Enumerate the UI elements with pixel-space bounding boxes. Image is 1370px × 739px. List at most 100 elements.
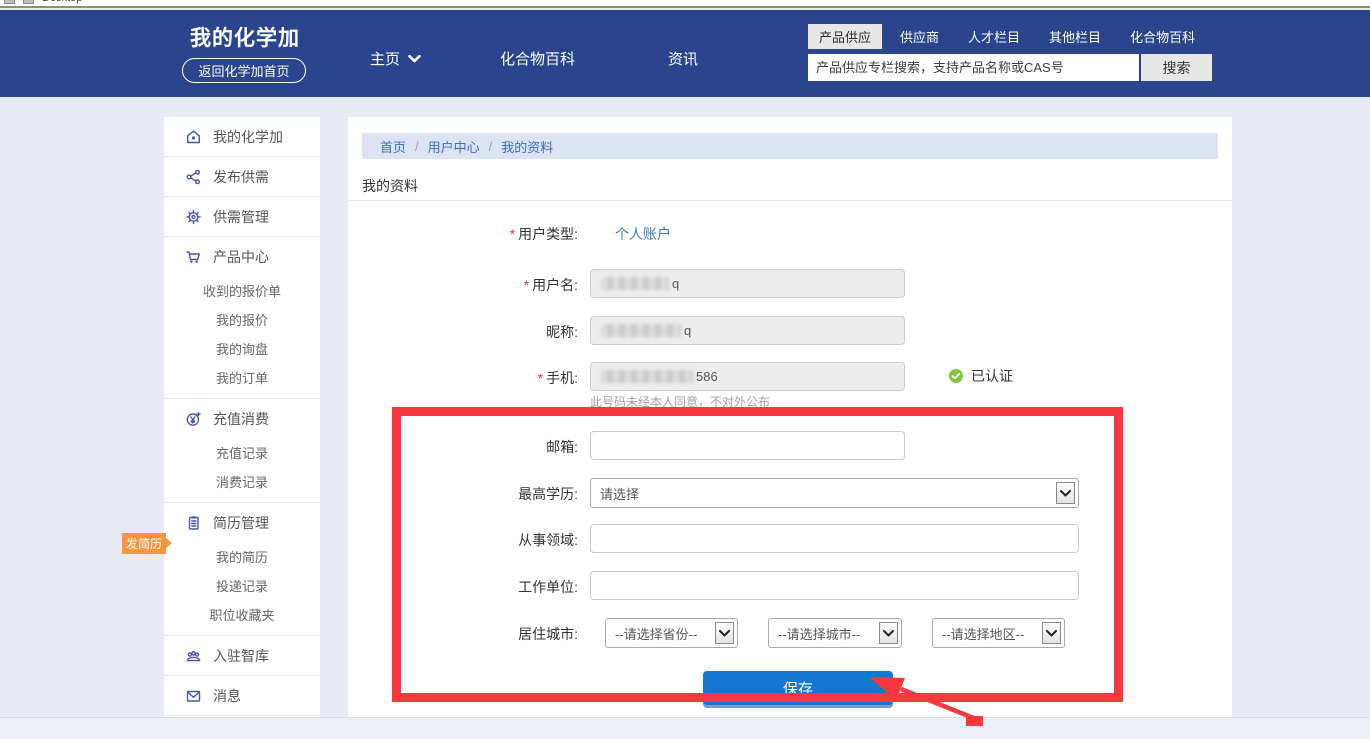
sidebar-item-my-chemplus[interactable]: 我的化学加 — [164, 117, 320, 156]
sidebar-item-consume-records[interactable]: 消费记录 — [164, 467, 320, 496]
district-selected-value: --请选择地区-- — [942, 624, 1024, 643]
sidebar: 我的化学加 发布供需 供需管理 产品中心 收到的报价单 我的报价 我的询盘 我的… — [164, 117, 320, 739]
sidebar-item-recharge-records[interactable]: 充值记录 — [164, 438, 320, 467]
sidebar-item-recharge-consume[interactable]: 充值消费 — [164, 399, 320, 438]
field-label: 从事领域: — [418, 530, 578, 550]
tab-compound-wiki[interactable]: 化合物百科 — [1119, 24, 1206, 49]
resume-icon — [185, 515, 202, 531]
sidebar-item-label: 充值消费 — [213, 409, 269, 429]
sidebar-item-label: 简历管理 — [213, 513, 269, 533]
company-input[interactable] — [590, 571, 1079, 600]
select-arrow-icon — [1042, 622, 1061, 644]
breadcrumb-separator: / — [489, 139, 493, 154]
search-bar: 搜索 — [808, 54, 1212, 81]
folder-icon — [23, 0, 34, 4]
city-select[interactable]: --请选择城市-- — [768, 618, 902, 648]
breadcrumb-my-profile[interactable]: 我的资料 — [501, 137, 553, 156]
phone-verified-badge: 已认证 — [948, 366, 1013, 386]
sidebar-item-label: 消息 — [213, 686, 241, 706]
home-icon — [185, 129, 202, 145]
save-button[interactable]: 保存 — [703, 671, 893, 705]
sidebar-item-application-records[interactable]: 投递记录 — [164, 571, 320, 600]
education-label: 最高学历: — [418, 484, 578, 504]
breadcrumb: 首页 / 用户中心 / 我的资料 — [362, 133, 1218, 159]
select-arrow-icon — [1056, 482, 1075, 504]
mail-icon — [185, 688, 202, 704]
back-to-home-button[interactable]: 返回化学加首页 — [182, 58, 306, 83]
redacted-value — [601, 370, 693, 383]
province-select[interactable]: --请选择省份-- — [605, 618, 738, 648]
sidebar-item-my-inquiries[interactable]: 我的询盘 — [164, 334, 320, 363]
tab-suppliers[interactable]: 供应商 — [889, 24, 950, 49]
required-asterisk: * — [538, 370, 543, 386]
site-logo: 我的化学加 — [185, 22, 305, 52]
cart-icon — [185, 249, 202, 265]
breadcrumb-user-center[interactable]: 用户中心 — [428, 137, 480, 156]
sidebar-item-label: 我的化学加 — [213, 127, 283, 147]
email-label: 邮箱: — [418, 437, 578, 457]
field-input[interactable] — [590, 524, 1079, 553]
breadcrumb-home[interactable]: 首页 — [380, 137, 406, 156]
username-visible-fragment: q — [672, 276, 679, 291]
nav-item-news[interactable]: 资讯 — [668, 48, 698, 69]
sidebar-item-label: 供需管理 — [213, 207, 269, 227]
search-button[interactable]: 搜索 — [1141, 54, 1212, 81]
sidebar-item-publish-supply-demand[interactable]: 发布供需 — [164, 157, 320, 196]
phone-privacy-note: 此号码未经本人同意，不对外公布 — [590, 393, 770, 410]
org-icon — [185, 648, 202, 664]
phone-label: *手机: — [418, 368, 578, 388]
header: 我的化学加 返回化学加首页 主页 化合物百科 资讯 产品供应 供应商 人才栏目 … — [0, 10, 1370, 97]
user-type-value[interactable]: 个人账户 — [615, 224, 671, 244]
phone-visible-fragment: 586 — [696, 369, 718, 384]
divider — [348, 200, 1232, 201]
search-input[interactable] — [808, 54, 1139, 81]
user-type-label: *用户类型: — [418, 224, 578, 244]
sidebar-item-job-favorites[interactable]: 职位收藏夹 — [164, 600, 320, 629]
district-select[interactable]: --请选择地区-- — [932, 618, 1065, 648]
page-title: 我的资料 — [362, 176, 418, 196]
nav-home-label: 主页 — [370, 48, 400, 69]
nickname-label: 昵称: — [418, 322, 578, 342]
footer-strip — [0, 717, 1370, 739]
phone-field: 586 — [590, 362, 905, 391]
sidebar-item-my-quotes[interactable]: 我的报价 — [164, 305, 320, 334]
sidebar-item-messages[interactable]: 消息 — [164, 676, 320, 715]
post-resume-tag[interactable]: 发简历 — [122, 533, 166, 554]
bookmark-label: Desktop — [42, 0, 82, 4]
required-asterisk: * — [524, 277, 529, 293]
browser-bookmarks-fragment: Desktop — [0, 0, 1370, 8]
nav-item-home[interactable]: 主页 — [370, 48, 421, 69]
company-label: 工作单位: — [418, 577, 578, 597]
select-arrow-icon — [715, 622, 734, 644]
nickname-visible-fragment: q — [684, 323, 691, 338]
verified-label: 已认证 — [971, 366, 1013, 386]
gear-icon — [185, 209, 202, 225]
sidebar-item-resume-manage[interactable]: 简历管理 — [164, 503, 320, 542]
sidebar-item-my-orders[interactable]: 我的订单 — [164, 363, 320, 392]
sidebar-item-supply-demand-manage[interactable]: 供需管理 — [164, 197, 320, 236]
nickname-field: q — [590, 316, 905, 345]
username-label: *用户名: — [418, 275, 578, 295]
select-arrow-icon — [879, 622, 898, 644]
education-select[interactable]: 请选择 — [590, 478, 1079, 508]
tab-talent[interactable]: 人才栏目 — [957, 24, 1031, 49]
sidebar-item-join-thinktank[interactable]: 入驻智库 — [164, 636, 320, 675]
coin-yen-icon — [185, 411, 202, 427]
sidebar-item-label: 发布供需 — [213, 167, 269, 187]
required-asterisk: * — [510, 226, 515, 242]
share-icon — [185, 169, 202, 185]
username-field: q — [590, 269, 905, 298]
education-selected-value: 请选择 — [600, 484, 639, 503]
sidebar-item-my-resume[interactable]: 我的简历 — [164, 542, 320, 571]
tab-product-supply[interactable]: 产品供应 — [808, 24, 882, 49]
sidebar-item-received-quotes[interactable]: 收到的报价单 — [164, 276, 320, 305]
sidebar-item-product-center[interactable]: 产品中心 — [164, 237, 320, 276]
province-selected-value: --请选择省份-- — [615, 624, 697, 643]
redacted-value — [601, 324, 681, 337]
email-field[interactable] — [590, 431, 905, 460]
redacted-value — [601, 277, 669, 290]
check-circle-icon — [948, 368, 964, 384]
nav-item-compound-wiki[interactable]: 化合物百科 — [500, 48, 575, 69]
chevron-down-icon — [408, 55, 421, 63]
tab-other[interactable]: 其他栏目 — [1038, 24, 1112, 49]
